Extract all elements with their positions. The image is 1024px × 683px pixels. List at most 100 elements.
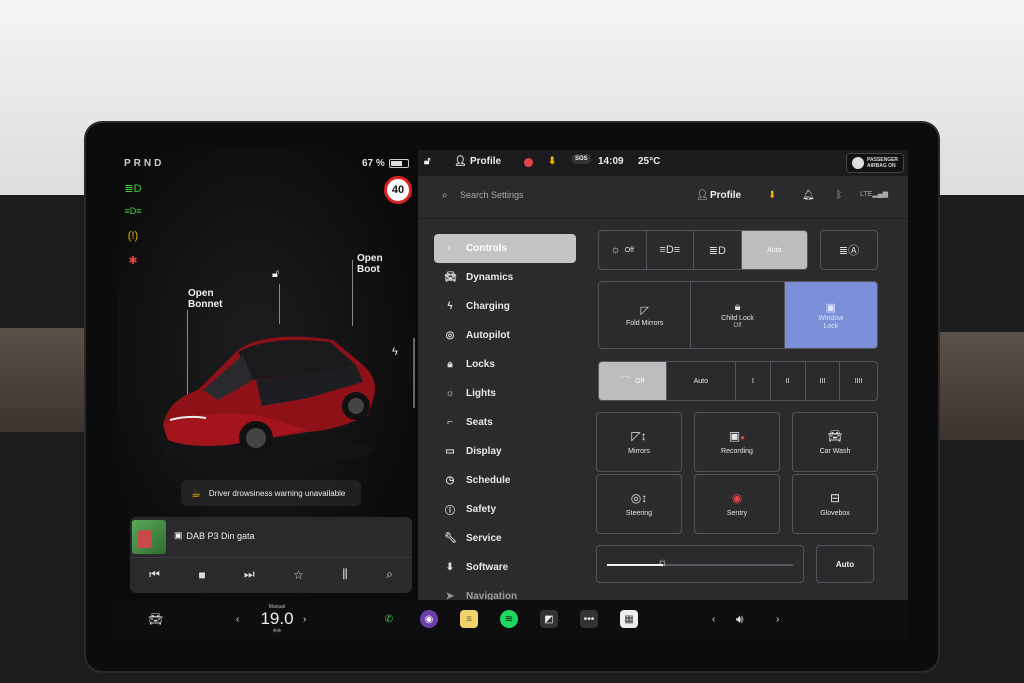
nav-item-controls[interactable]: ◐ Controls [434, 234, 576, 263]
more-apps-icon[interactable]: ••• [580, 610, 598, 628]
wiper-auto-button[interactable]: Auto [667, 362, 737, 400]
climate-control[interactable]: Manual 19.0 ⊜⊜ [253, 604, 301, 634]
wiper-speed-2-button[interactable]: II [771, 362, 806, 400]
lights-auto-button[interactable]: Auto [741, 231, 807, 269]
calendar-app-icon[interactable]: ▦ [620, 610, 638, 628]
temp-up-icon[interactable]: › [303, 614, 306, 625]
nav-item-autopilot[interactable]: ◎ Autopilot [434, 321, 576, 350]
favorite-icon[interactable]: ☆ [293, 568, 304, 582]
recording-label: Recording [721, 448, 753, 455]
settings-profile-button[interactable]: Profile [710, 190, 741, 201]
nav-item-locks[interactable]: 🔒︎ Locks [434, 350, 576, 379]
notes-app-icon[interactable]: ≡ [460, 610, 478, 628]
wiper-speed-4-button[interactable]: IIII [840, 362, 877, 400]
sentry-button[interactable]: ◉ Sentry [694, 474, 780, 534]
coffee-icon: ☕︎ [191, 487, 201, 500]
mirror-icon: ◸ [640, 304, 649, 317]
volume-down-icon[interactable]: ‹ [712, 614, 715, 625]
auto-high-beam-icon: ≣Ⓐ [838, 245, 860, 257]
sentry-icon: ◉ [731, 491, 743, 505]
brightness-auto-button[interactable]: Auto [816, 545, 874, 583]
low-beam-icon: ≣D [708, 244, 726, 257]
wiper-off-button[interactable]: ⌒ Off [599, 362, 667, 400]
settings-search-input[interactable] [460, 190, 640, 200]
seatbelt-icon: ✱ [128, 255, 138, 267]
battery-indicator: 67 % [362, 158, 409, 169]
charge-port-icon[interactable]: ϟ [392, 346, 398, 358]
software-download-icon[interactable]: ⬇ [768, 190, 776, 201]
nav-item-schedule[interactable]: ◷ Schedule [434, 466, 576, 495]
lock-icon: 🔒︎ [447, 359, 453, 370]
mirrors-button[interactable]: ◸↕ Mirrors [596, 412, 682, 472]
next-icon[interactable]: ⏭︎ [244, 567, 255, 582]
toybox-app-icon[interactable]: ◩ [540, 610, 558, 628]
open-boot-button[interactable]: Open Boot [357, 253, 383, 275]
nav-item-software[interactable]: ⬇ Software [434, 553, 576, 582]
volume-up-icon[interactable]: › [776, 614, 779, 625]
speed-limit-sign: 40 [384, 176, 412, 204]
spotify-icon[interactable]: ≋ [500, 610, 518, 628]
nav-item-display[interactable]: ▭ Display [434, 437, 576, 466]
climate-temperature: 19.0 [260, 609, 294, 628]
mirrors-label: Mirrors [628, 448, 650, 455]
fold-mirrors-button[interactable]: ◸ Fold Mirrors [599, 282, 692, 348]
brightness-slider[interactable]: ☼ [596, 545, 804, 583]
lock-status-icon[interactable]: 🔓︎ [424, 156, 430, 167]
phone-icon[interactable]: ✆ [380, 610, 398, 628]
brightness-fill [607, 564, 663, 566]
volume-icon[interactable]: 🔊︎ [736, 612, 744, 627]
wood-trim-left [0, 328, 92, 432]
lights-off-button[interactable]: ☼ Off [599, 231, 647, 269]
steering-button[interactable]: ◎↕ Steering [596, 474, 682, 534]
status-profile-button[interactable]: Profile [470, 156, 501, 167]
profile-header-icon: 👤︎ [696, 190, 709, 201]
drowsiness-warning-text: Driver drowsiness warning unavailable [208, 488, 346, 498]
bluetooth-icon[interactable]: ᛒ [836, 190, 842, 201]
camera-app-icon[interactable]: ◉ [420, 610, 438, 628]
notification-bell-icon[interactable]: 🔔︎ [802, 190, 815, 201]
lock-callout-line [279, 284, 280, 324]
glovebox-button[interactable]: ⊟ Glovebox [792, 474, 878, 534]
station-info[interactable]: ▣ DAB P3 Din gata [174, 530, 255, 541]
profile-icon[interactable]: 👤︎ [454, 156, 467, 167]
sun-icon: ☼ [445, 388, 455, 399]
dashcam-record-icon[interactable] [524, 158, 533, 167]
fold-mirrors-label: Fold Mirrors [626, 319, 664, 327]
recording-button[interactable]: ▣● Recording [694, 412, 780, 472]
airbag-icon [852, 157, 864, 169]
mirror-adjust-icon: ◸↕ [631, 429, 647, 443]
open-bonnet-button[interactable]: Open Bonnet [188, 288, 222, 310]
album-art[interactable] [132, 520, 166, 554]
car-icon[interactable]: 🚘︎ [148, 612, 163, 626]
nav-item-safety[interactable]: ⓘ Safety [434, 495, 576, 524]
child-lock-button[interactable]: 🔒︎ Child Lock Off [691, 282, 785, 348]
equalizer-icon[interactable]: ⫼ [342, 567, 348, 582]
nav-item-label: Autopilot [466, 330, 510, 341]
brightness-handle-icon[interactable]: ☼ [657, 555, 668, 569]
parking-lights-button[interactable]: ≡D≡ [647, 231, 695, 269]
sos-button[interactable]: SOS [572, 154, 591, 164]
wiper-speed-1-button[interactable]: I [736, 362, 771, 400]
glovebox-label: Glovebox [820, 510, 850, 517]
display-icon: ▭ [445, 446, 455, 457]
window-lock-button[interactable]: ▣ Window Lock [784, 282, 877, 348]
nav-item-charging[interactable]: ϟ Charging [434, 292, 576, 321]
nav-item-service[interactable]: 🔧︎ Service [434, 524, 576, 553]
wiper-icon: ⌒ [620, 376, 632, 388]
media-search-icon[interactable]: ⌕ [386, 567, 393, 582]
temp-down-icon[interactable]: ‹ [236, 614, 239, 625]
download-icon[interactable]: ⬇ [548, 156, 556, 167]
car-wash-button[interactable]: 🚘︎ Car Wash [792, 412, 878, 472]
nav-item-seats[interactable]: ⌐ Seats [434, 408, 576, 437]
stop-icon[interactable]: ■ [198, 568, 205, 582]
low-beam-button[interactable]: ≣D [694, 231, 742, 269]
previous-icon[interactable]: ⏮︎ [149, 567, 160, 582]
auto-high-beam-button[interactable]: ≣Ⓐ [821, 231, 877, 269]
bottom-dock: 🚘︎ ‹ Manual 19.0 ⊜⊜ › ✆ ◉ ≡ ≋ ◩ ••• ▦ ‹ … [118, 600, 908, 640]
nav-item-dynamics[interactable]: 🚘︎ Dynamics [434, 263, 576, 292]
wiper-speed-3-button[interactable]: III [806, 362, 841, 400]
unlock-icon[interactable]: 🔓︎ [272, 268, 279, 281]
nav-item-label: Software [466, 562, 509, 573]
nav-item-lights[interactable]: ☼ Lights [434, 379, 576, 408]
window-lock-label-2: Lock [823, 322, 839, 330]
